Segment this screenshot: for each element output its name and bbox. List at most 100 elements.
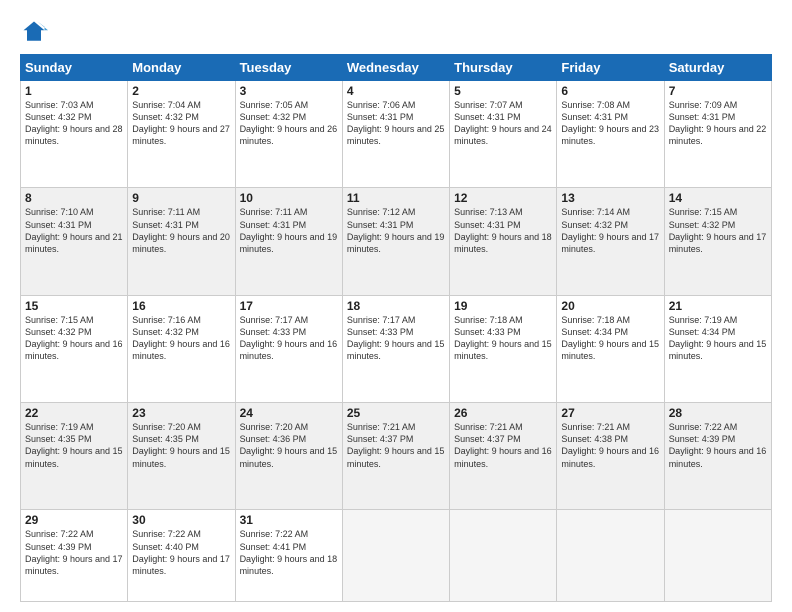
day-number: 17 bbox=[240, 299, 338, 313]
day-detail: Sunrise: 7:21 AMSunset: 4:38 PMDaylight:… bbox=[561, 421, 659, 470]
weekday-header: Friday bbox=[557, 55, 664, 81]
weekday-header: Monday bbox=[128, 55, 235, 81]
calendar-day-cell: 23Sunrise: 7:20 AMSunset: 4:35 PMDayligh… bbox=[128, 403, 235, 510]
day-detail: Sunrise: 7:11 AMSunset: 4:31 PMDaylight:… bbox=[240, 206, 338, 255]
calendar-day-cell: 4Sunrise: 7:06 AMSunset: 4:31 PMDaylight… bbox=[342, 81, 449, 188]
day-number: 21 bbox=[669, 299, 767, 313]
day-detail: Sunrise: 7:17 AMSunset: 4:33 PMDaylight:… bbox=[347, 314, 445, 363]
page: SundayMondayTuesdayWednesdayThursdayFrid… bbox=[0, 0, 792, 612]
calendar-day-cell: 19Sunrise: 7:18 AMSunset: 4:33 PMDayligh… bbox=[450, 295, 557, 402]
calendar-header-row: SundayMondayTuesdayWednesdayThursdayFrid… bbox=[21, 55, 772, 81]
day-detail: Sunrise: 7:06 AMSunset: 4:31 PMDaylight:… bbox=[347, 99, 445, 148]
day-detail: Sunrise: 7:14 AMSunset: 4:32 PMDaylight:… bbox=[561, 206, 659, 255]
day-detail: Sunrise: 7:16 AMSunset: 4:32 PMDaylight:… bbox=[132, 314, 230, 363]
calendar-day-cell bbox=[557, 510, 664, 602]
day-number: 11 bbox=[347, 191, 445, 205]
calendar-week-row: 8Sunrise: 7:10 AMSunset: 4:31 PMDaylight… bbox=[21, 188, 772, 295]
calendar-day-cell: 26Sunrise: 7:21 AMSunset: 4:37 PMDayligh… bbox=[450, 403, 557, 510]
day-detail: Sunrise: 7:15 AMSunset: 4:32 PMDaylight:… bbox=[669, 206, 767, 255]
day-detail: Sunrise: 7:04 AMSunset: 4:32 PMDaylight:… bbox=[132, 99, 230, 148]
day-detail: Sunrise: 7:17 AMSunset: 4:33 PMDaylight:… bbox=[240, 314, 338, 363]
day-number: 18 bbox=[347, 299, 445, 313]
day-detail: Sunrise: 7:19 AMSunset: 4:34 PMDaylight:… bbox=[669, 314, 767, 363]
calendar-day-cell: 6Sunrise: 7:08 AMSunset: 4:31 PMDaylight… bbox=[557, 81, 664, 188]
day-number: 22 bbox=[25, 406, 123, 420]
day-detail: Sunrise: 7:21 AMSunset: 4:37 PMDaylight:… bbox=[347, 421, 445, 470]
day-number: 14 bbox=[669, 191, 767, 205]
day-number: 8 bbox=[25, 191, 123, 205]
day-detail: Sunrise: 7:19 AMSunset: 4:35 PMDaylight:… bbox=[25, 421, 123, 470]
day-number: 6 bbox=[561, 84, 659, 98]
day-detail: Sunrise: 7:12 AMSunset: 4:31 PMDaylight:… bbox=[347, 206, 445, 255]
weekday-header: Tuesday bbox=[235, 55, 342, 81]
day-detail: Sunrise: 7:15 AMSunset: 4:32 PMDaylight:… bbox=[25, 314, 123, 363]
day-number: 23 bbox=[132, 406, 230, 420]
day-detail: Sunrise: 7:21 AMSunset: 4:37 PMDaylight:… bbox=[454, 421, 552, 470]
day-detail: Sunrise: 7:03 AMSunset: 4:32 PMDaylight:… bbox=[25, 99, 123, 148]
calendar-day-cell bbox=[342, 510, 449, 602]
logo bbox=[20, 18, 52, 46]
day-detail: Sunrise: 7:22 AMSunset: 4:40 PMDaylight:… bbox=[132, 528, 230, 577]
calendar-day-cell: 30Sunrise: 7:22 AMSunset: 4:40 PMDayligh… bbox=[128, 510, 235, 602]
day-number: 20 bbox=[561, 299, 659, 313]
day-number: 28 bbox=[669, 406, 767, 420]
day-number: 24 bbox=[240, 406, 338, 420]
calendar-table: SundayMondayTuesdayWednesdayThursdayFrid… bbox=[20, 54, 772, 602]
day-number: 15 bbox=[25, 299, 123, 313]
day-number: 5 bbox=[454, 84, 552, 98]
calendar-day-cell: 5Sunrise: 7:07 AMSunset: 4:31 PMDaylight… bbox=[450, 81, 557, 188]
day-detail: Sunrise: 7:20 AMSunset: 4:36 PMDaylight:… bbox=[240, 421, 338, 470]
day-number: 12 bbox=[454, 191, 552, 205]
day-detail: Sunrise: 7:11 AMSunset: 4:31 PMDaylight:… bbox=[132, 206, 230, 255]
day-detail: Sunrise: 7:09 AMSunset: 4:31 PMDaylight:… bbox=[669, 99, 767, 148]
calendar-day-cell: 22Sunrise: 7:19 AMSunset: 4:35 PMDayligh… bbox=[21, 403, 128, 510]
calendar-day-cell: 3Sunrise: 7:05 AMSunset: 4:32 PMDaylight… bbox=[235, 81, 342, 188]
calendar-week-row: 1Sunrise: 7:03 AMSunset: 4:32 PMDaylight… bbox=[21, 81, 772, 188]
calendar-day-cell: 27Sunrise: 7:21 AMSunset: 4:38 PMDayligh… bbox=[557, 403, 664, 510]
calendar-week-row: 22Sunrise: 7:19 AMSunset: 4:35 PMDayligh… bbox=[21, 403, 772, 510]
weekday-header: Thursday bbox=[450, 55, 557, 81]
calendar-day-cell: 10Sunrise: 7:11 AMSunset: 4:31 PMDayligh… bbox=[235, 188, 342, 295]
calendar-day-cell: 31Sunrise: 7:22 AMSunset: 4:41 PMDayligh… bbox=[235, 510, 342, 602]
calendar-day-cell: 20Sunrise: 7:18 AMSunset: 4:34 PMDayligh… bbox=[557, 295, 664, 402]
calendar-day-cell: 17Sunrise: 7:17 AMSunset: 4:33 PMDayligh… bbox=[235, 295, 342, 402]
day-number: 7 bbox=[669, 84, 767, 98]
weekday-header: Sunday bbox=[21, 55, 128, 81]
calendar-day-cell: 8Sunrise: 7:10 AMSunset: 4:31 PMDaylight… bbox=[21, 188, 128, 295]
day-number: 9 bbox=[132, 191, 230, 205]
day-detail: Sunrise: 7:13 AMSunset: 4:31 PMDaylight:… bbox=[454, 206, 552, 255]
day-number: 13 bbox=[561, 191, 659, 205]
day-number: 29 bbox=[25, 513, 123, 527]
calendar-day-cell: 7Sunrise: 7:09 AMSunset: 4:31 PMDaylight… bbox=[664, 81, 771, 188]
day-number: 1 bbox=[25, 84, 123, 98]
day-detail: Sunrise: 7:07 AMSunset: 4:31 PMDaylight:… bbox=[454, 99, 552, 148]
day-detail: Sunrise: 7:08 AMSunset: 4:31 PMDaylight:… bbox=[561, 99, 659, 148]
day-detail: Sunrise: 7:20 AMSunset: 4:35 PMDaylight:… bbox=[132, 421, 230, 470]
day-number: 4 bbox=[347, 84, 445, 98]
day-number: 2 bbox=[132, 84, 230, 98]
day-detail: Sunrise: 7:05 AMSunset: 4:32 PMDaylight:… bbox=[240, 99, 338, 148]
day-detail: Sunrise: 7:18 AMSunset: 4:33 PMDaylight:… bbox=[454, 314, 552, 363]
calendar-day-cell: 2Sunrise: 7:04 AMSunset: 4:32 PMDaylight… bbox=[128, 81, 235, 188]
day-detail: Sunrise: 7:22 AMSunset: 4:39 PMDaylight:… bbox=[25, 528, 123, 577]
day-number: 31 bbox=[240, 513, 338, 527]
day-number: 27 bbox=[561, 406, 659, 420]
day-number: 19 bbox=[454, 299, 552, 313]
calendar-day-cell: 15Sunrise: 7:15 AMSunset: 4:32 PMDayligh… bbox=[21, 295, 128, 402]
calendar-day-cell: 12Sunrise: 7:13 AMSunset: 4:31 PMDayligh… bbox=[450, 188, 557, 295]
day-detail: Sunrise: 7:22 AMSunset: 4:39 PMDaylight:… bbox=[669, 421, 767, 470]
day-number: 10 bbox=[240, 191, 338, 205]
day-detail: Sunrise: 7:22 AMSunset: 4:41 PMDaylight:… bbox=[240, 528, 338, 577]
day-detail: Sunrise: 7:18 AMSunset: 4:34 PMDaylight:… bbox=[561, 314, 659, 363]
calendar-day-cell: 24Sunrise: 7:20 AMSunset: 4:36 PMDayligh… bbox=[235, 403, 342, 510]
calendar-day-cell: 29Sunrise: 7:22 AMSunset: 4:39 PMDayligh… bbox=[21, 510, 128, 602]
day-detail: Sunrise: 7:10 AMSunset: 4:31 PMDaylight:… bbox=[25, 206, 123, 255]
calendar-day-cell bbox=[664, 510, 771, 602]
calendar-week-row: 29Sunrise: 7:22 AMSunset: 4:39 PMDayligh… bbox=[21, 510, 772, 602]
calendar-day-cell: 16Sunrise: 7:16 AMSunset: 4:32 PMDayligh… bbox=[128, 295, 235, 402]
calendar-day-cell: 25Sunrise: 7:21 AMSunset: 4:37 PMDayligh… bbox=[342, 403, 449, 510]
weekday-header: Saturday bbox=[664, 55, 771, 81]
weekday-header: Wednesday bbox=[342, 55, 449, 81]
calendar-day-cell: 9Sunrise: 7:11 AMSunset: 4:31 PMDaylight… bbox=[128, 188, 235, 295]
calendar-day-cell: 28Sunrise: 7:22 AMSunset: 4:39 PMDayligh… bbox=[664, 403, 771, 510]
